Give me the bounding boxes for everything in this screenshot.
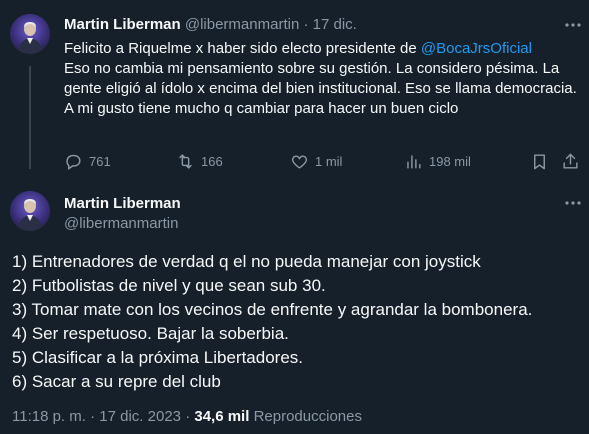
tweet-date[interactable]: 17 dic. 2023 [99,408,181,425]
reply-button[interactable]: 761 [64,150,111,172]
separator: · [303,16,309,33]
retweet-icon [179,153,192,169]
retweet-count: 166 [201,153,223,169]
more-icon[interactable] [563,193,583,213]
tweet-meta: 11:18 p. m. · 17 dic. 2023 · 34,6 mil Re… [12,408,362,426]
share-button[interactable] [561,150,580,172]
views-button[interactable]: 198 mil [404,150,471,172]
tweet-text-line: 2) Futbolistas de nivel y que sean sub 3… [12,276,326,295]
share-icon [563,153,578,169]
tweet-text-line: 6) Sacar a su repre del club [12,372,221,391]
reply-count: 761 [89,153,111,169]
like-button[interactable]: 1 mil [290,150,342,172]
views-icon [407,154,421,169]
author-name[interactable]: Martin Liberman [64,195,181,213]
reply-icon [66,154,81,170]
author-name[interactable]: Martin Liberman [64,16,181,33]
author-handle[interactable]: @libermanmartin [64,215,178,233]
thread-connector-line [29,66,31,169]
separator: · [185,408,191,425]
action-bar: 761 166 1 mil 198 mil [64,150,579,172]
tweet-header: Martin Liberman @libermanmartin · 17 dic… [64,16,357,34]
tweet-text-line: 3) Tomar mate con los vecinos de enfrent… [12,300,533,319]
tweet-text-line: Eso no cambia mi pensamiento sobre su ge… [64,60,577,97]
separator: · [90,408,96,425]
tweet-text-line: A mi gusto tiene mucho q cambiar para ha… [64,100,459,117]
bookmark-button[interactable] [530,150,549,172]
more-icon[interactable] [563,15,583,35]
tweet-text: Felicito a Riquelme x haber sido electo … [64,39,579,119]
tweet-time[interactable]: 11:18 p. m. [12,408,86,425]
tweet-text-line: 5) Clasificar a la próxima Libertadores. [12,348,304,367]
tweet-text-line: Felicito a Riquelme x haber sido electo … [64,40,421,57]
views-count: 198 mil [429,153,471,169]
avatar[interactable] [10,191,50,231]
views-label: Reproducciones [253,408,362,425]
like-icon [291,155,308,169]
like-count: 1 mil [315,153,343,169]
tweet-text: 1) Entrenadores de verdad q el no pueda … [12,250,582,394]
author-handle[interactable]: @libermanmartin [185,16,299,33]
tweet-date[interactable]: 17 dic. [313,16,357,33]
avatar[interactable] [10,14,50,54]
mention-link[interactable]: @BocaJrsOficial [421,40,532,57]
tweet-text-line: 4) Ser respetuoso. Bajar la soberbia. [12,324,289,343]
views-count[interactable]: 34,6 mil [194,408,249,425]
retweet-button[interactable]: 166 [176,150,223,172]
bookmark-icon [534,153,545,169]
tweet-text-line: 1) Entrenadores de verdad q el no pueda … [12,252,481,271]
